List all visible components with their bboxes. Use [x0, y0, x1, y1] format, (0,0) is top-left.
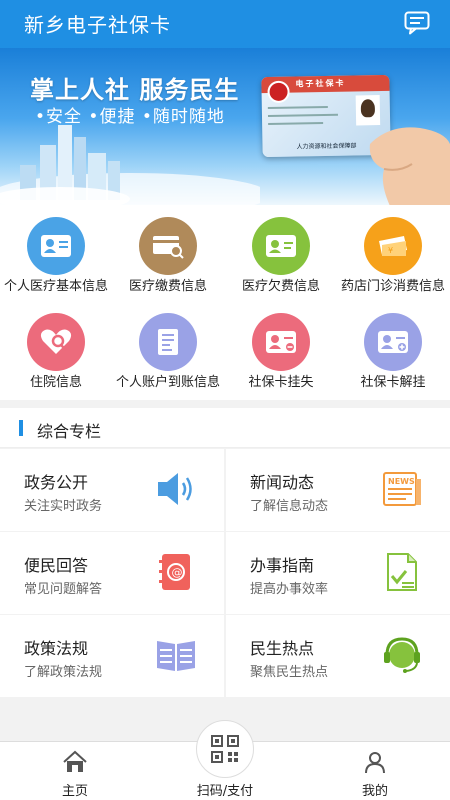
service-label: 住院信息	[29, 375, 82, 390]
app-header: 新乡电子社保卡	[0, 0, 450, 48]
section-title: 综合专栏	[37, 422, 102, 441]
service-label: 个人医疗基本信息	[4, 279, 109, 294]
open-book-icon	[157, 641, 195, 671]
service-label: 个人账户到账信息	[116, 375, 221, 390]
section-header: 综合专栏	[0, 408, 450, 448]
tile-title: 政策法规	[24, 639, 89, 658]
card-title: 电子社保卡	[295, 78, 346, 89]
services-grid: 个人医疗基本信息 医疗缴费信息 医疗欠费信息 ¥ 药店门诊消费信息 住院信息 个…	[0, 205, 450, 400]
tile-title: 办事指南	[250, 556, 315, 575]
app-title: 新乡电子社保卡	[24, 13, 171, 37]
tile-subtitle: 提高办事效率	[250, 582, 329, 597]
tile-subtitle: 关注实时政务	[24, 499, 103, 514]
service-medical-arrears-info[interactable]: 医疗欠费信息	[225, 217, 337, 295]
tile-government-affairs[interactable]: 政务公开 关注实时政务	[0, 449, 224, 531]
nav-label: 我的	[361, 784, 388, 799]
emblem-icon	[267, 80, 290, 104]
pharmacy-ticket-icon: ¥	[364, 217, 422, 275]
tile-faq[interactable]: 便民回答 常见问题解答 @	[0, 532, 224, 614]
card-footer: 人力资源和社会保障部	[296, 142, 357, 151]
nav-label: 扫码/支付	[196, 784, 254, 799]
service-card-unlock[interactable]: 社保卡解挂	[337, 313, 449, 391]
tile-policies-regulations[interactable]: 政策法规 了解政策法规	[0, 615, 224, 697]
qr-code-icon	[211, 735, 239, 763]
service-label: 医疗缴费信息	[128, 279, 207, 294]
tile-livelihood-hotspots[interactable]: 民生热点 聚焦民生热点	[226, 615, 450, 697]
svg-text:@: @	[172, 566, 183, 579]
home-icon	[63, 750, 87, 772]
hospital-search-icon	[27, 313, 85, 371]
tile-title: 新闻动态	[250, 473, 315, 492]
news-icon: NEWS	[383, 472, 421, 506]
tile-title: 政务公开	[24, 473, 89, 492]
service-card-report-loss[interactable]: 社保卡挂失	[225, 313, 337, 391]
tile-subtitle: 了解政策法规	[24, 665, 103, 680]
headset-icon	[384, 637, 420, 673]
service-pharmacy-consumption-info[interactable]: ¥ 药店门诊消费信息	[337, 217, 449, 295]
banner-subline: •安全 •便捷 •随时随地	[35, 107, 225, 127]
service-medical-payment-info[interactable]: 医疗缴费信息	[112, 217, 224, 295]
arrears-card-icon	[252, 217, 310, 275]
scan-pay-button[interactable]	[196, 720, 254, 778]
tile-subtitle: 了解信息动态	[250, 499, 329, 514]
nav-mine[interactable]: 我的	[300, 742, 450, 800]
speaker-icon	[158, 473, 192, 505]
service-label: 医疗欠费信息	[241, 279, 320, 294]
service-label: 社保卡解挂	[360, 375, 426, 390]
checklist-document-icon	[387, 553, 417, 591]
tile-subtitle: 聚焦民生热点	[250, 665, 329, 680]
nav-home[interactable]: 主页	[0, 742, 150, 800]
section-accent-bar	[19, 420, 23, 436]
account-document-icon	[139, 313, 197, 371]
payment-search-icon	[139, 217, 197, 275]
service-label: 社保卡挂失	[248, 375, 314, 390]
service-personal-medical-info[interactable]: 个人医疗基本信息	[0, 217, 112, 295]
message-icon[interactable]	[404, 11, 430, 35]
card-lost-icon	[252, 313, 310, 371]
hand-graphic	[369, 127, 450, 205]
svg-text:NEWS: NEWS	[388, 477, 415, 486]
banner-headline: 掌上人社 服务民生	[30, 76, 240, 104]
medical-card-icon	[27, 217, 85, 275]
service-label: 药店门诊消费信息	[341, 279, 446, 294]
tile-title: 便民回答	[24, 556, 89, 575]
service-account-arrival-info[interactable]: 个人账户到账信息	[112, 313, 224, 391]
card-unlock-icon	[364, 313, 422, 371]
nav-label: 主页	[61, 784, 88, 799]
contact-book-icon: @	[159, 554, 190, 590]
tile-subtitle: 常见问题解答	[24, 582, 103, 597]
user-icon	[365, 752, 385, 774]
tile-title: 民生热点	[250, 639, 315, 658]
svg-text:¥: ¥	[388, 246, 393, 255]
promo-banner[interactable]: 掌上人社 服务民生 •安全 •便捷 •随时随地 电子社保卡 人力资源和社会保障部	[0, 48, 450, 205]
service-hospitalization-info[interactable]: 住院信息	[0, 313, 112, 391]
tile-news[interactable]: 新闻动态 了解信息动态 NEWS	[226, 449, 450, 531]
tile-service-guide[interactable]: 办事指南 提高办事效率	[226, 532, 450, 614]
